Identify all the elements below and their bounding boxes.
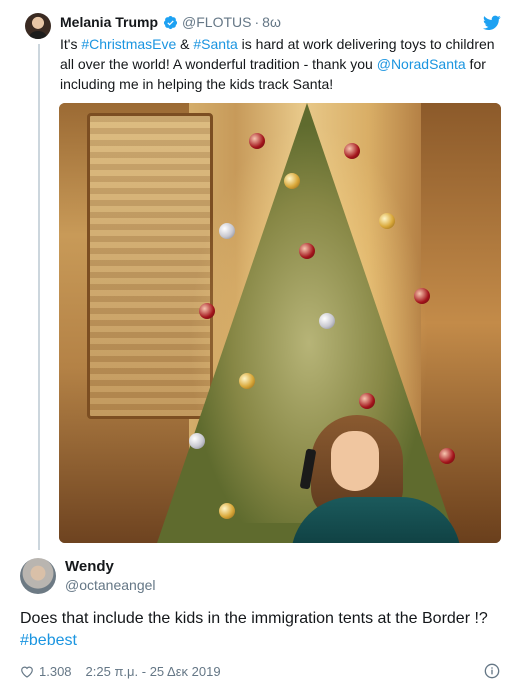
separator-dot: · <box>254 14 260 30</box>
ornament <box>379 213 395 229</box>
tweet-header: Melania Trump @FLOTUS · 8ω <box>60 14 281 30</box>
reply-timestamp[interactable]: 2:25 π.μ. - 25 Δεκ 2019 <box>86 664 221 679</box>
tweet-text-segment: It's <box>60 36 82 52</box>
verified-badge-icon <box>163 15 178 29</box>
ornament <box>189 433 205 449</box>
ornament <box>249 133 265 149</box>
ornament <box>299 243 315 259</box>
ornament <box>284 173 300 189</box>
ornament <box>199 303 215 319</box>
avatar[interactable] <box>25 13 51 39</box>
hashtag-christmaseve-link[interactable]: #ChristmasEve <box>81 36 176 52</box>
info-icon[interactable] <box>484 663 500 679</box>
parent-tweet: Melania Trump @FLOTUS · 8ω It's #Christm… <box>0 0 516 550</box>
heart-icon[interactable] <box>20 665 34 678</box>
reply-footer: 1.308 2:25 π.μ. - 25 Δεκ 2019 <box>20 664 221 679</box>
reply-text: Does that include the kids in the immigr… <box>20 608 500 652</box>
tweet-time[interactable]: 8ω <box>262 14 281 30</box>
author-name[interactable]: Melania Trump <box>60 14 158 30</box>
reply-text-body: Does that include the kids in the immigr… <box>20 610 488 627</box>
avatar[interactable] <box>20 558 56 594</box>
reply-author-name[interactable]: Wendy <box>65 558 114 575</box>
reply-tweet: Wendy @octaneangel Does that include the… <box>0 548 516 691</box>
ornament <box>239 373 255 389</box>
ornament <box>319 313 335 329</box>
like-count[interactable]: 1.308 <box>39 664 72 679</box>
ornament <box>219 503 235 519</box>
thread-line <box>38 44 40 550</box>
mention-noradsanta-link[interactable]: @NoradSanta <box>377 56 466 72</box>
reply-author-handle[interactable]: @octaneangel <box>65 577 156 593</box>
tweet-text: It's #ChristmasEve & #Santa is hard at w… <box>60 34 500 94</box>
hashtag-santa-link[interactable]: #Santa <box>193 36 237 52</box>
photo-person <box>291 415 461 543</box>
author-handle[interactable]: @FLOTUS <box>182 14 251 30</box>
tweet-text-segment: & <box>176 36 194 52</box>
ornament <box>344 143 360 159</box>
hashtag-bebest-link[interactable]: #bebest <box>20 632 77 649</box>
twitter-bird-icon[interactable] <box>483 15 501 31</box>
person-face <box>331 431 379 491</box>
ornament <box>359 393 375 409</box>
tweet-photo[interactable] <box>59 103 501 543</box>
ornament <box>414 288 430 304</box>
ornament <box>219 223 235 239</box>
